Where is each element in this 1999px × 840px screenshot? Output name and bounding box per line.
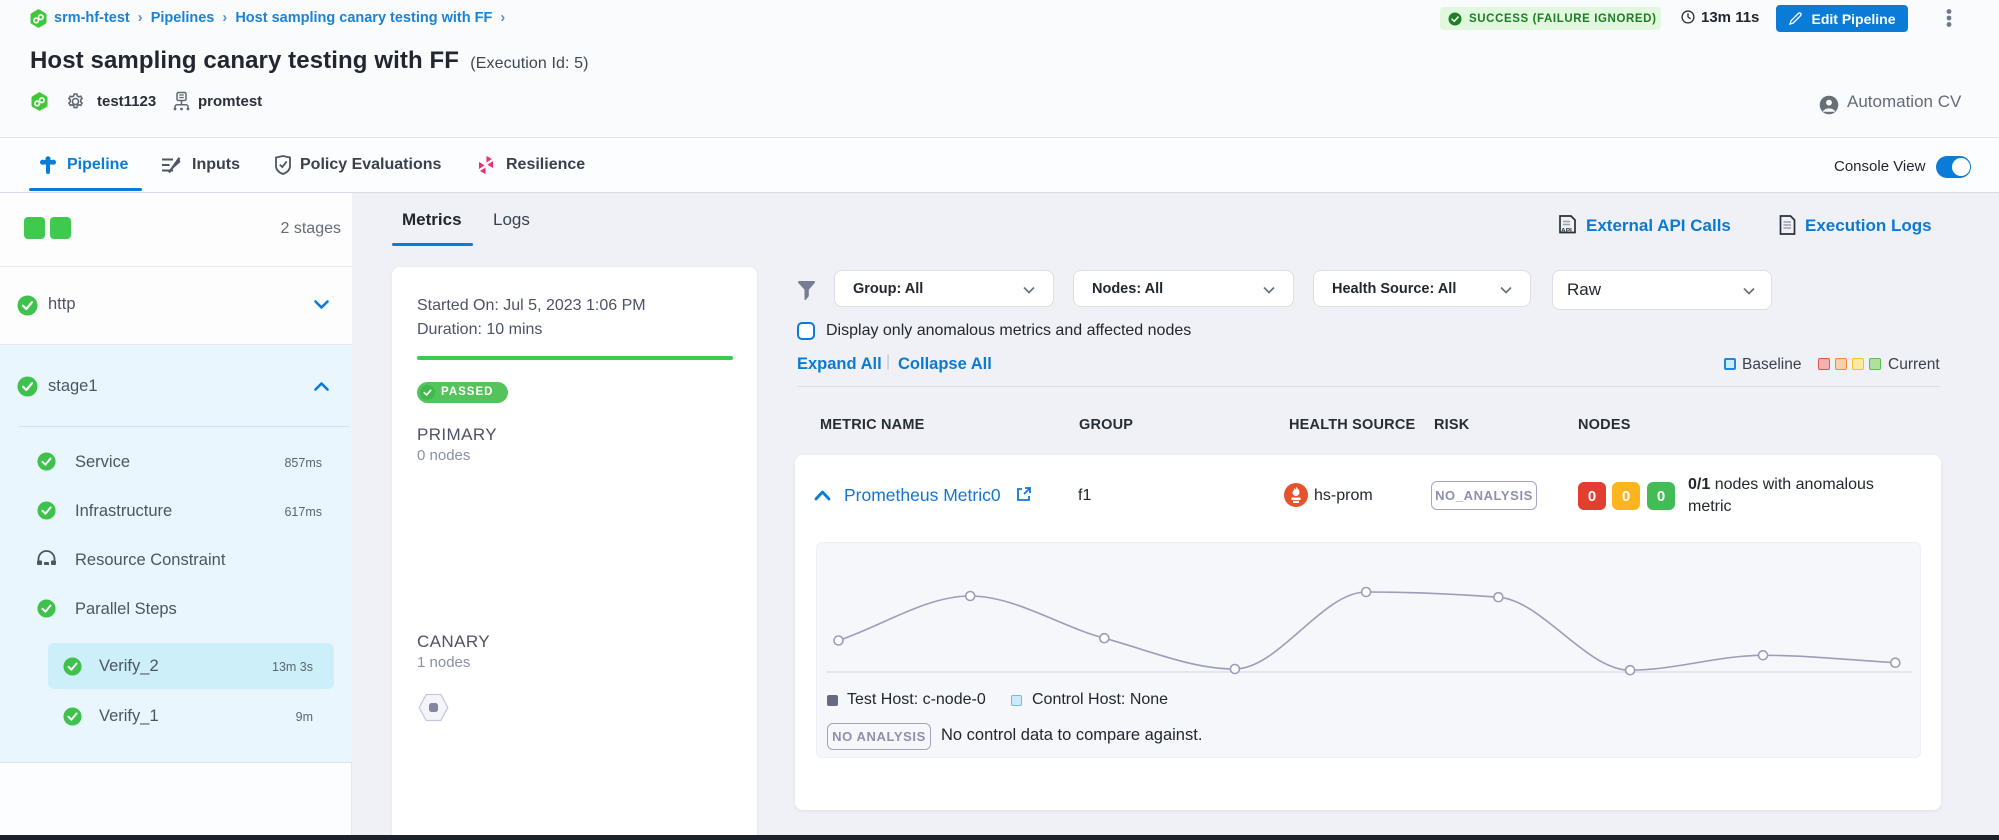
svg-text:API: API (1561, 228, 1572, 235)
